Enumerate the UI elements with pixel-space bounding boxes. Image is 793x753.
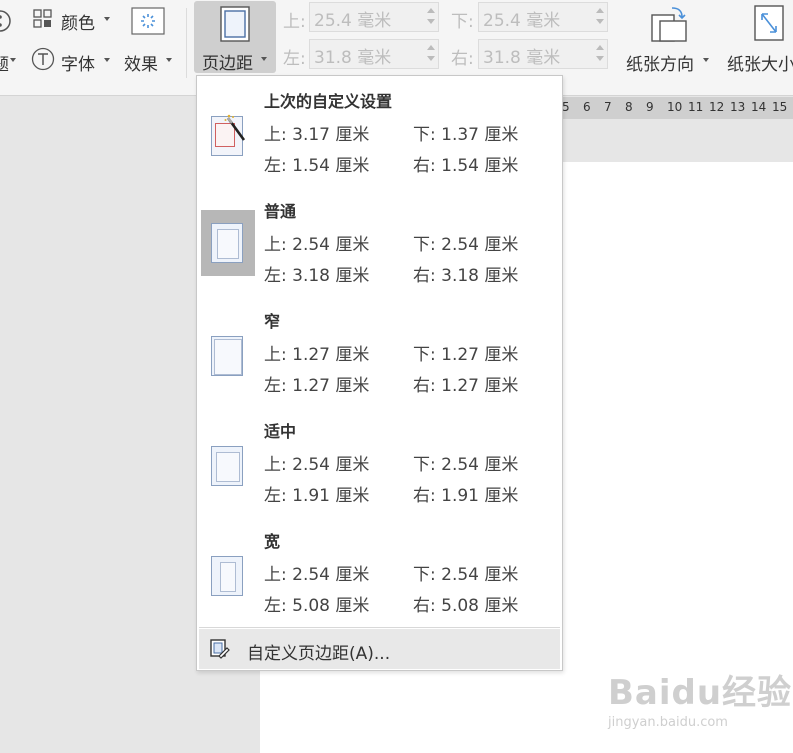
ruler-tick-label: 5 [562,100,570,114]
left-margin-input[interactable]: 31.8 毫米 [309,39,439,69]
top-margin-value: 25.4 毫米 [314,11,392,31]
page-preview-icon [211,336,243,376]
preset-top: 上: 1.27 厘米 [264,345,370,365]
preset-top: 上: 2.54 厘米 [264,565,370,585]
page-preview-icon [211,446,243,486]
chevron-down-icon [261,57,267,61]
preset-bottom: 下: 2.54 厘米 [413,235,519,255]
spinner-arrows-icon[interactable] [427,6,435,28]
ruler-tick-label: 14 [751,100,767,114]
ruler-tick-label: 13 [730,100,746,114]
preset-narrow[interactable]: 窄 上: 1.27 厘米 下: 1.27 厘米 左: 1.27 厘米 右: 1.… [197,296,562,404]
preset-right: 右: 3.18 厘米 [413,266,519,286]
top-margin-label: 上: [283,12,306,32]
chevron-down-icon [10,58,16,62]
ruler-tick-label: 6 [583,100,591,114]
preset-top: 上: 3.17 厘米 [264,125,370,145]
bottom-margin-value: 25.4 毫米 [483,11,561,31]
preset-left: 左: 1.91 厘米 [264,486,370,506]
preset-right: 右: 5.08 厘米 [413,596,519,616]
spinner-arrows-icon[interactable] [596,43,604,65]
effects-icon[interactable] [131,7,165,35]
preset-left: 左: 3.18 厘米 [264,266,370,286]
preset-right: 右: 1.27 厘米 [413,376,519,396]
chevron-down-icon [104,17,110,21]
margins-dropdown-menu: 上次的自定义设置 上: 3.17 厘米 下: 1.37 厘米 左: 1.54 厘… [196,75,563,671]
thumbnail-selected [201,210,255,276]
preset-top: 上: 2.54 厘米 [264,455,370,475]
preset-right: 右: 1.91 厘米 [413,486,519,506]
paper-size-button[interactable]: 纸张大小 [727,50,793,75]
left-margin-value: 31.8 毫米 [314,48,392,68]
preset-bottom: 下: 1.27 厘米 [413,345,519,365]
preset-name: 上次的自定义设置 [264,92,393,111]
ruler-tick-label: 8 [625,100,633,114]
preset-bottom: 下: 2.54 厘米 [413,565,519,585]
orientation-icon[interactable] [648,5,688,43]
horizontal-ruler[interactable]: 5678910111213141516 [562,97,793,119]
bottom-margin-label: 下: [451,12,474,32]
effects-button[interactable]: 效果 [124,50,158,75]
color-grid-icon[interactable] [33,9,53,29]
spinner-arrows-icon[interactable] [596,6,604,28]
bottom-margin-input[interactable]: 25.4 毫米 [478,2,608,32]
preset-name: 适中 [264,422,297,441]
right-margin-label: 右: [451,49,474,69]
right-margin-input[interactable]: 31.8 毫米 [478,39,608,69]
preset-bottom: 下: 2.54 厘米 [413,455,519,475]
chevron-down-icon [166,58,172,62]
theme-icon[interactable] [0,8,12,34]
preset-last-custom[interactable]: 上次的自定义设置 上: 3.17 厘米 下: 1.37 厘米 左: 1.54 厘… [197,76,562,184]
preset-top: 上: 2.54 厘米 [264,235,370,255]
ruler-tick-label: 15 [772,100,788,114]
ruler-tick-label: 11 [688,100,704,114]
preset-name: 窄 [264,312,281,331]
font-icon[interactable] [31,47,55,71]
theme-label[interactable]: 题 [0,50,9,75]
right-margin-value: 31.8 毫米 [483,48,561,68]
preset-right: 右: 1.54 厘米 [413,156,519,176]
thumbnail [202,542,254,608]
watermark-url: jingyan.baidu.com [608,715,728,730]
menu-divider [199,627,560,628]
top-margin-input[interactable]: 25.4 毫米 [309,2,439,32]
page-preview-icon [211,556,243,596]
margins-label: 页边距 [202,54,253,74]
preset-wide[interactable]: 宽 上: 2.54 厘米 下: 2.54 厘米 左: 5.08 厘米 右: 5.… [197,516,562,624]
preset-left: 左: 1.54 厘米 [264,156,370,176]
chevron-down-icon [104,58,110,62]
thumbnail [202,322,254,388]
thumbnail [202,432,254,498]
paper-size-icon[interactable] [754,5,784,41]
page-margins-icon [220,6,250,42]
magic-wand-icon [224,114,246,141]
thumbnail [202,102,254,168]
color-button[interactable]: 颜色 [61,9,95,34]
ruler-tick-label: 9 [646,100,654,114]
custom-margins-icon [210,639,230,659]
page-preview-icon [211,223,243,263]
orientation-button[interactable]: 纸张方向 [626,50,694,75]
preset-moderate[interactable]: 适中 上: 2.54 厘米 下: 2.54 厘米 左: 1.91 厘米 右: 1… [197,406,562,514]
preset-bottom: 下: 1.37 厘米 [413,125,519,145]
ruler-tick-label: 10 [667,100,683,114]
watermark-brand: Baidu经验 [608,673,793,713]
preset-left: 左: 5.08 厘米 [264,596,370,616]
spinner-arrows-icon[interactable] [427,43,435,65]
ribbon-divider [186,8,187,78]
chevron-down-icon [703,58,709,62]
font-button[interactable]: 字体 [61,50,95,75]
custom-margins-item[interactable]: 自定义页边距(A)... [199,629,560,669]
left-margin-label: 左: [283,49,306,69]
margins-button[interactable]: 页边距 [194,1,276,74]
preset-name: 宽 [264,532,281,551]
preset-normal[interactable]: 普通 上: 2.54 厘米 下: 2.54 厘米 左: 3.18 厘米 右: 3… [197,186,562,294]
ruler-tick-label: 7 [604,100,612,114]
baidu-watermark-logo: Baidu经验 jingyan.baidu.com [608,665,793,730]
ruler-tick-label: 12 [709,100,725,114]
preset-name: 普通 [264,202,297,221]
custom-margins-label: 自定义页边距(A)... [247,644,391,664]
preset-left: 左: 1.27 厘米 [264,376,370,396]
